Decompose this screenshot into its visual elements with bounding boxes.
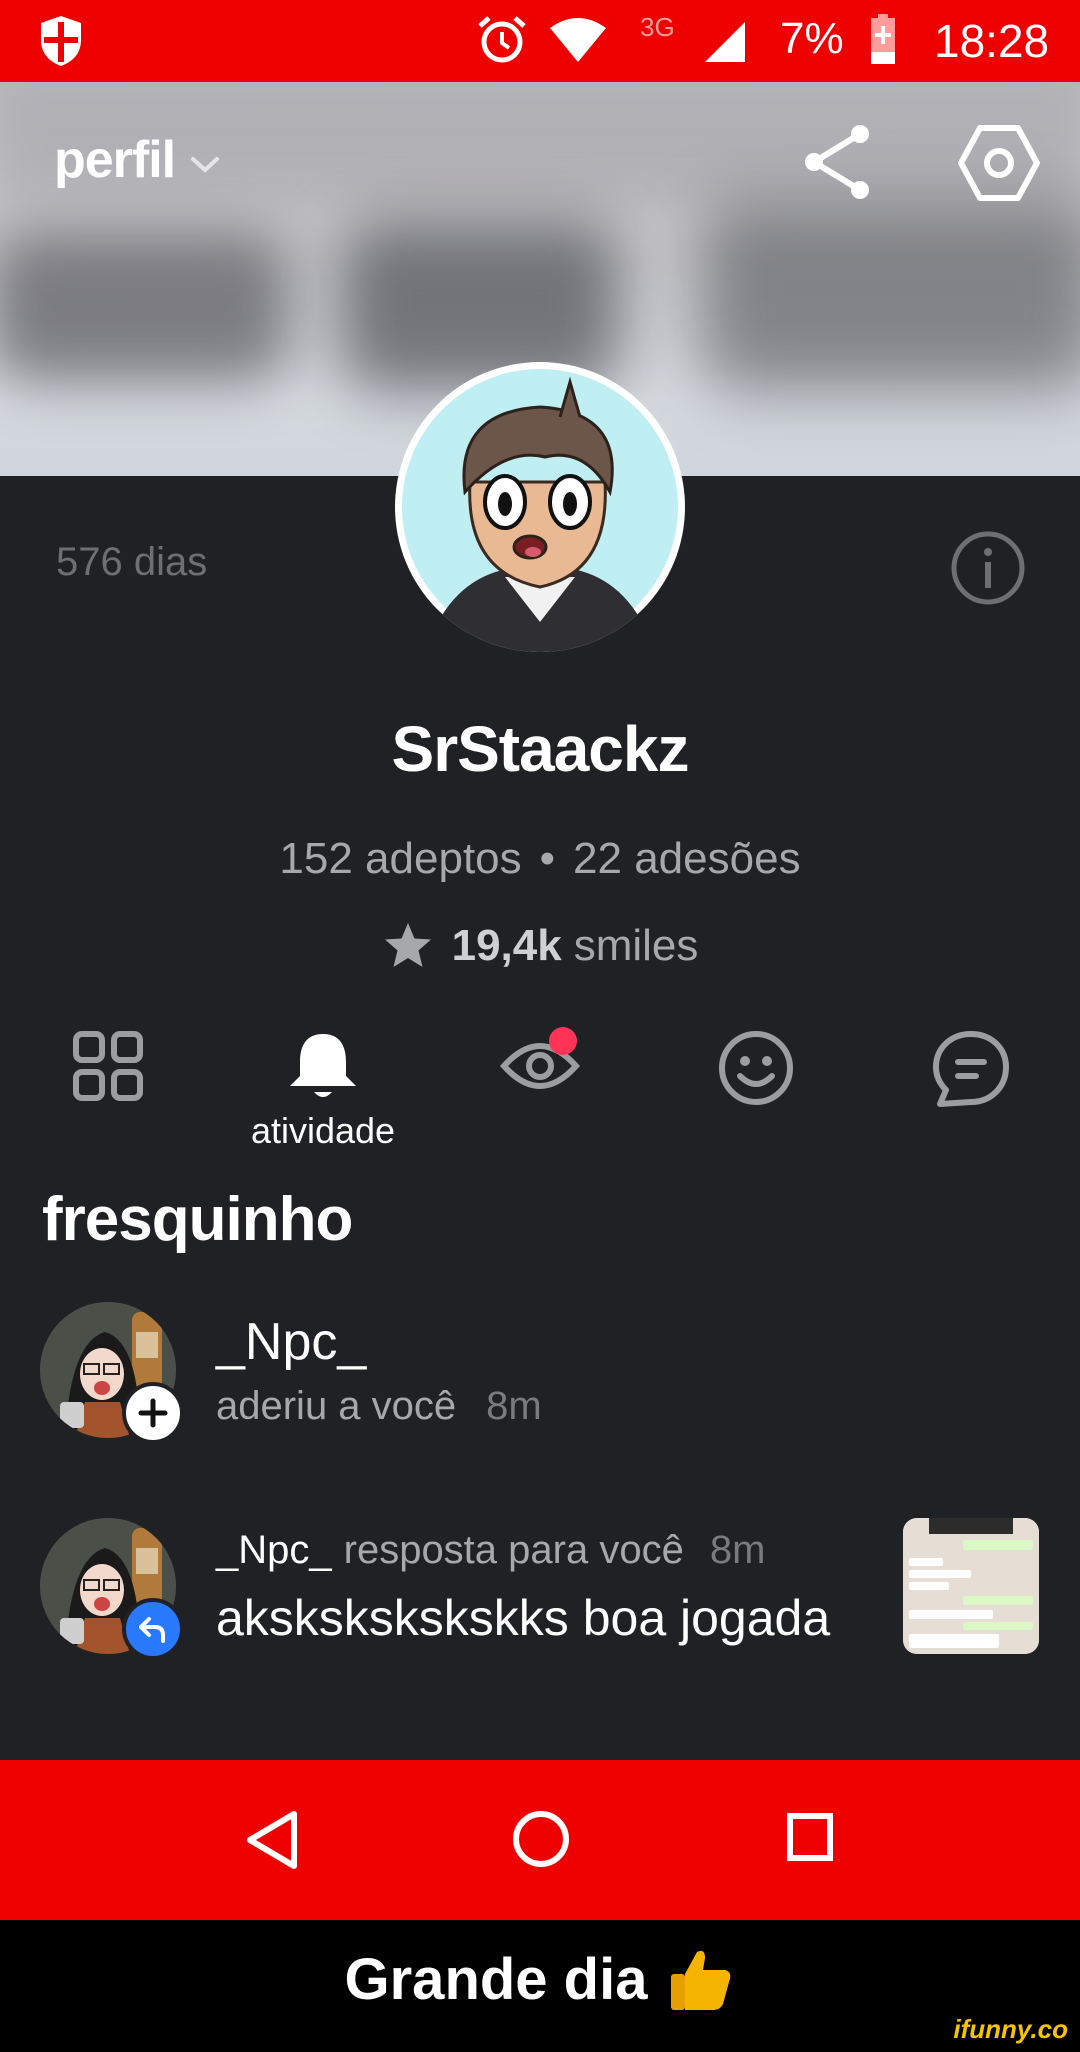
activity-time: 8m (486, 1384, 542, 1428)
meme-caption: Grande dia (0, 1944, 1080, 2014)
caption-text: Grande dia (344, 1946, 648, 2012)
wifi-icon (550, 18, 606, 62)
following-count[interactable]: 22 adesões (573, 834, 801, 883)
account-age: 576 dias (56, 540, 208, 584)
thumbs-up-icon (671, 1950, 731, 2010)
share-icon[interactable] (800, 122, 874, 202)
chat-screenshot-thumbnail (903, 1518, 1039, 1654)
grid-icon[interactable] (72, 1030, 144, 1102)
battery-charging-icon (871, 14, 895, 64)
network-type: 3G (640, 12, 675, 42)
clock: 18:28 (934, 15, 1050, 67)
follow-stats: 152 adeptos • 22 adesões (0, 834, 1080, 884)
plus-icon (138, 1398, 168, 1428)
smile-icon[interactable] (718, 1030, 794, 1106)
reply-icon (139, 1617, 165, 1643)
shield-icon (41, 16, 81, 66)
home-icon[interactable] (512, 1810, 570, 1868)
activity-action: resposta para você (343, 1528, 684, 1572)
star-icon (384, 923, 431, 967)
separator: • (539, 834, 556, 883)
avatar[interactable] (395, 362, 685, 652)
avatar-image (402, 369, 678, 652)
page-title: perfil (54, 131, 176, 189)
chevron-down-icon (191, 157, 220, 173)
follow-badge (122, 1382, 184, 1444)
smiles-count: 19,4k (451, 921, 562, 970)
reply-message[interactable]: akskskskskskks boa jogada (216, 1588, 856, 1648)
activity-header: _Npc_ resposta para você 8m (216, 1528, 765, 1573)
status-bar: 3G 7% 18:28 (0, 0, 1080, 82)
followers-count[interactable]: 152 adeptos (279, 834, 521, 883)
settings-icon[interactable] (958, 124, 1040, 202)
activity-action: aderiu a você (216, 1384, 457, 1428)
post-thumbnail[interactable] (903, 1518, 1039, 1654)
info-icon[interactable] (950, 530, 1026, 606)
profile-menu[interactable]: perfil (54, 130, 223, 190)
section-title: fresquinho (42, 1185, 353, 1254)
tab-activity-label[interactable]: atividade (200, 1110, 446, 1152)
watermark: ifunny.co (953, 2014, 1068, 2044)
back-icon[interactable] (244, 1808, 300, 1872)
battery-percent: 7% (780, 14, 844, 63)
smiles-stat: 19,4k smiles (0, 920, 1080, 972)
reply-badge (122, 1598, 184, 1660)
chat-icon[interactable] (932, 1030, 1010, 1108)
activity-time: 8m (709, 1528, 766, 1572)
activity-text: aderiu a você 8m (216, 1384, 542, 1429)
username: SrStaackz (391, 713, 690, 785)
signal-icon (705, 22, 745, 62)
notification-dot (549, 1027, 577, 1055)
bell-icon[interactable] (286, 1030, 360, 1102)
activity-user[interactable]: _Npc_ (216, 1528, 332, 1572)
recents-icon[interactable] (786, 1812, 834, 1862)
activity-user[interactable]: _Npc_ (216, 1312, 366, 1372)
smiles-label: smiles (573, 921, 699, 970)
alarm-icon (478, 16, 526, 63)
